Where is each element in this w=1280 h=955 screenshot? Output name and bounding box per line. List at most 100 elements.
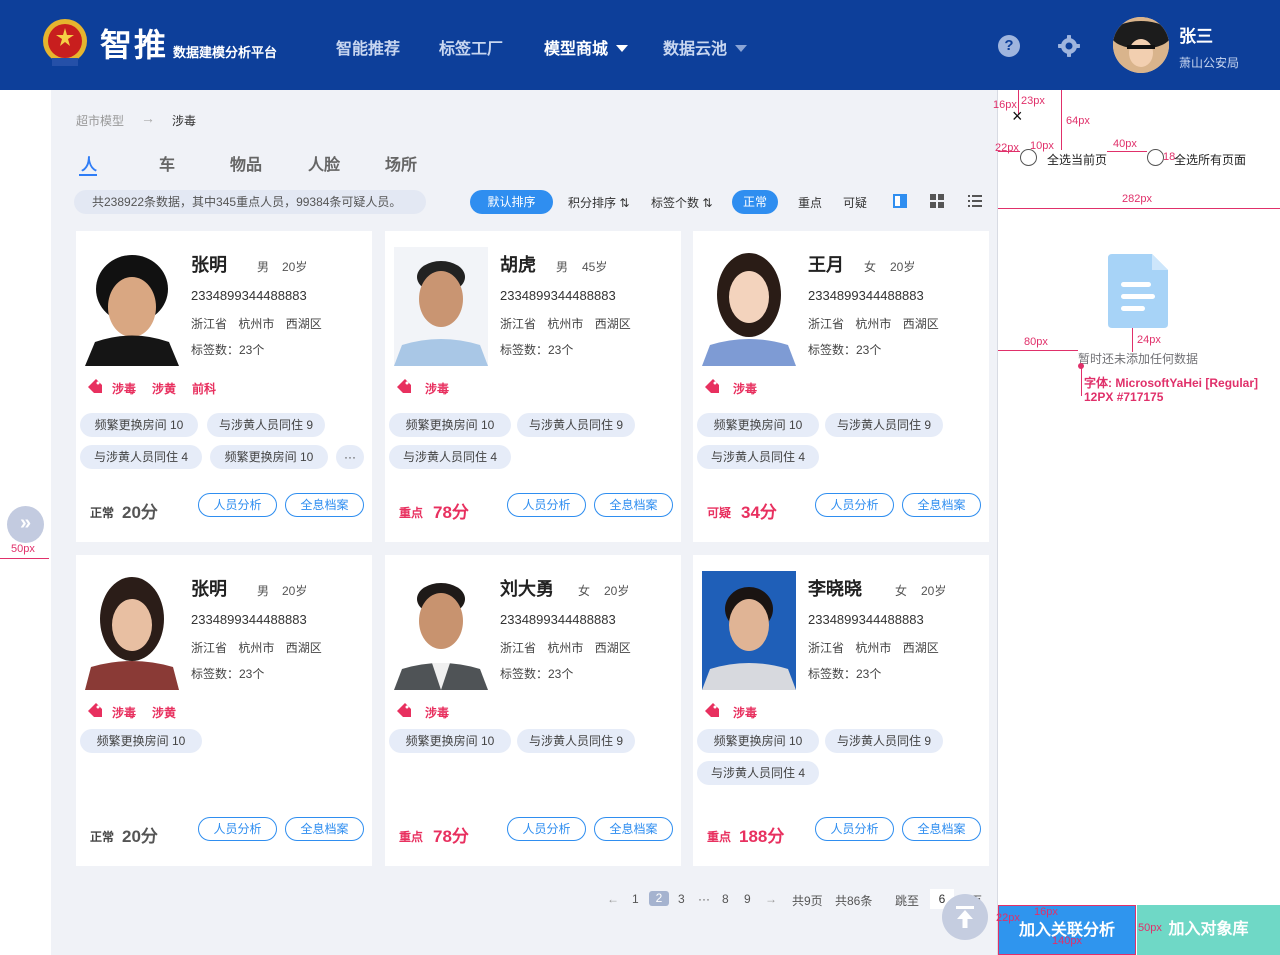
nav-data-cloud[interactable]: 数据云池 — [663, 35, 748, 59]
filter-suspect-button[interactable]: 可疑 — [843, 194, 867, 211]
behavior-chip[interactable]: 频繁更换房间 10 — [389, 413, 511, 437]
sort-score-button[interactable]: 积分排序 ⇅ — [568, 194, 629, 211]
user-avatar[interactable] — [1113, 17, 1169, 73]
data-summary: 共238922条数据，其中345重点人员，99384条可疑人员。 — [74, 190, 426, 214]
full-archive-button[interactable]: 全息档案 — [594, 817, 673, 841]
person-address: 浙江省 杭州市 西湖区 — [808, 641, 939, 655]
person-analysis-button[interactable]: 人员分析 — [198, 817, 277, 841]
full-archive-button[interactable]: 全息档案 — [285, 817, 364, 841]
behavior-chip[interactable]: 与涉黄人员同住 4 — [697, 761, 819, 785]
behavior-chip[interactable]: 与涉黄人员同住 9 — [517, 729, 635, 753]
person-gender: 男 — [556, 260, 569, 274]
filter-normal-button[interactable]: 正常 — [732, 190, 778, 214]
page-number[interactable]: 3 — [678, 892, 685, 906]
page-number[interactable]: 9 — [744, 892, 751, 906]
tab-vehicle[interactable]: 车 — [159, 151, 175, 175]
status-label: 重点 — [399, 830, 424, 844]
behavior-chip[interactable]: 频繁更换房间 10 — [210, 445, 328, 469]
tag-icon — [397, 379, 411, 393]
behavior-chip[interactable]: 与涉黄人员同住 9 — [825, 729, 943, 753]
prev-page-button[interactable]: ← — [607, 892, 619, 906]
annotation-dot — [1078, 363, 1084, 369]
score-value: 20分 — [122, 503, 158, 522]
full-archive-button[interactable]: 全息档案 — [285, 493, 364, 517]
gear-icon[interactable] — [1058, 35, 1080, 57]
behavior-chip[interactable]: 与涉黄人员同住 4 — [80, 445, 202, 469]
page-ellipsis: ··· — [698, 892, 710, 906]
person-card[interactable]: 刘大勇 女 20岁 2334899344488883 浙江省 杭州市 西湖区 标… — [385, 555, 681, 866]
behavior-chip[interactable]: 与涉黄人员同住 9 — [207, 413, 325, 437]
help-icon[interactable]: ? — [998, 35, 1020, 57]
person-name: 李晓晓 — [808, 579, 862, 599]
behavior-chip[interactable]: 与涉黄人员同住 9 — [825, 413, 943, 437]
person-analysis-button[interactable]: 人员分析 — [507, 817, 586, 841]
chevron-down-icon — [735, 45, 748, 52]
tab-item[interactable]: 物品 — [230, 151, 262, 175]
breadcrumb-current: 涉毒 — [172, 114, 197, 128]
next-page-button[interactable]: → — [765, 892, 777, 906]
behavior-chip[interactable]: 与涉黄人员同住 9 — [517, 413, 635, 437]
person-analysis-button[interactable]: 人员分析 — [198, 493, 277, 517]
sort-tag-count-button[interactable]: 标签个数 ⇅ — [651, 194, 712, 211]
tag-label: 涉毒 — [733, 382, 758, 396]
person-name: 张明 — [191, 579, 227, 599]
select-current-page-label[interactable]: 全选当前页 — [1047, 151, 1107, 168]
more-chips-button[interactable]: ··· — [336, 445, 364, 469]
annotation-label: 16px — [1034, 906, 1058, 918]
person-tag-count: 标签数：23个 — [500, 343, 574, 357]
person-card[interactable]: 张明 男 20岁 2334899344488883 浙江省 杭州市 西湖区 标签… — [76, 231, 372, 542]
behavior-chip[interactable]: 频繁更换房间 10 — [80, 729, 202, 753]
back-to-top-button[interactable] — [942, 894, 988, 940]
status-label: 可疑 — [707, 506, 732, 520]
behavior-chip[interactable]: 频繁更换房间 10 — [80, 413, 198, 437]
behavior-chip[interactable]: 频繁更换房间 10 — [697, 413, 819, 437]
current-page[interactable]: 2 — [649, 891, 669, 906]
tag-label: 前科 — [192, 382, 217, 396]
full-archive-button[interactable]: 全息档案 — [594, 493, 673, 517]
tab-person[interactable]: 人 — [81, 151, 97, 175]
person-card[interactable]: 张明 男 20岁 2334899344488883 浙江省 杭州市 西湖区 标签… — [76, 555, 372, 866]
list-view-icon[interactable] — [968, 194, 982, 208]
filter-key-button[interactable]: 重点 — [798, 194, 822, 211]
person-card[interactable]: 胡虎 男 45岁 2334899344488883 浙江省 杭州市 西湖区 标签… — [385, 231, 681, 542]
behavior-chip[interactable]: 频繁更换房间 10 — [697, 729, 819, 753]
person-gender: 男 — [257, 260, 270, 274]
person-photo — [394, 571, 488, 690]
person-age: 45岁 — [582, 260, 608, 274]
tag-label: 涉毒 — [425, 706, 450, 720]
police-emblem-icon — [43, 19, 87, 66]
expand-sidebar-button[interactable]: » — [7, 506, 44, 543]
sort-default-button[interactable]: 默认排序 — [470, 190, 553, 214]
tab-place[interactable]: 场所 — [385, 151, 417, 175]
person-analysis-button[interactable]: 人员分析 — [507, 493, 586, 517]
person-card[interactable]: 李晓晓 女 20岁 2334899344488883 浙江省 杭州市 西湖区 标… — [693, 555, 989, 866]
nav-model-mall[interactable]: 模型商城 — [544, 35, 629, 59]
full-archive-button[interactable]: 全息档案 — [902, 493, 981, 517]
grid-view-icon[interactable] — [930, 194, 944, 208]
person-age: 20岁 — [282, 584, 308, 598]
tab-face[interactable]: 人脸 — [308, 151, 340, 175]
person-analysis-button[interactable]: 人员分析 — [815, 493, 894, 517]
behavior-chip[interactable]: 频繁更换房间 10 — [389, 729, 511, 753]
breadcrumb-root[interactable]: 超市模型 — [76, 112, 124, 129]
select-current-page-radio[interactable] — [1020, 149, 1037, 166]
person-name: 刘大勇 — [500, 579, 554, 599]
page-number[interactable]: 8 — [722, 892, 729, 906]
behavior-chip[interactable]: 与涉黄人员同住 4 — [389, 445, 511, 469]
nav-smart-recommend[interactable]: 智能推荐 — [336, 35, 400, 59]
person-card[interactable]: 王月 女 20岁 2334899344488883 浙江省 杭州市 西湖区 标签… — [693, 231, 989, 542]
tag-icon — [397, 703, 411, 717]
person-analysis-button[interactable]: 人员分析 — [815, 817, 894, 841]
top-header: 智推 数据建模分析平台 智能推荐 标签工厂 模型商城 数据云池 ? 张三 萧山公… — [0, 0, 1280, 90]
person-photo — [394, 247, 488, 366]
full-archive-button[interactable]: 全息档案 — [902, 817, 981, 841]
card-view-icon[interactable] — [893, 194, 907, 208]
person-age: 20岁 — [921, 584, 947, 598]
behavior-chip[interactable]: 与涉黄人员同住 4 — [697, 445, 819, 469]
page-number[interactable]: 1 — [632, 892, 639, 906]
close-icon[interactable]: × — [1012, 106, 1023, 127]
select-all-pages-label[interactable]: 全选所有页面 — [1174, 151, 1246, 168]
sort-arrows-icon: ⇅ — [702, 196, 713, 210]
nav-tag-factory[interactable]: 标签工厂 — [439, 35, 503, 59]
select-all-pages-radio[interactable] — [1147, 149, 1164, 166]
